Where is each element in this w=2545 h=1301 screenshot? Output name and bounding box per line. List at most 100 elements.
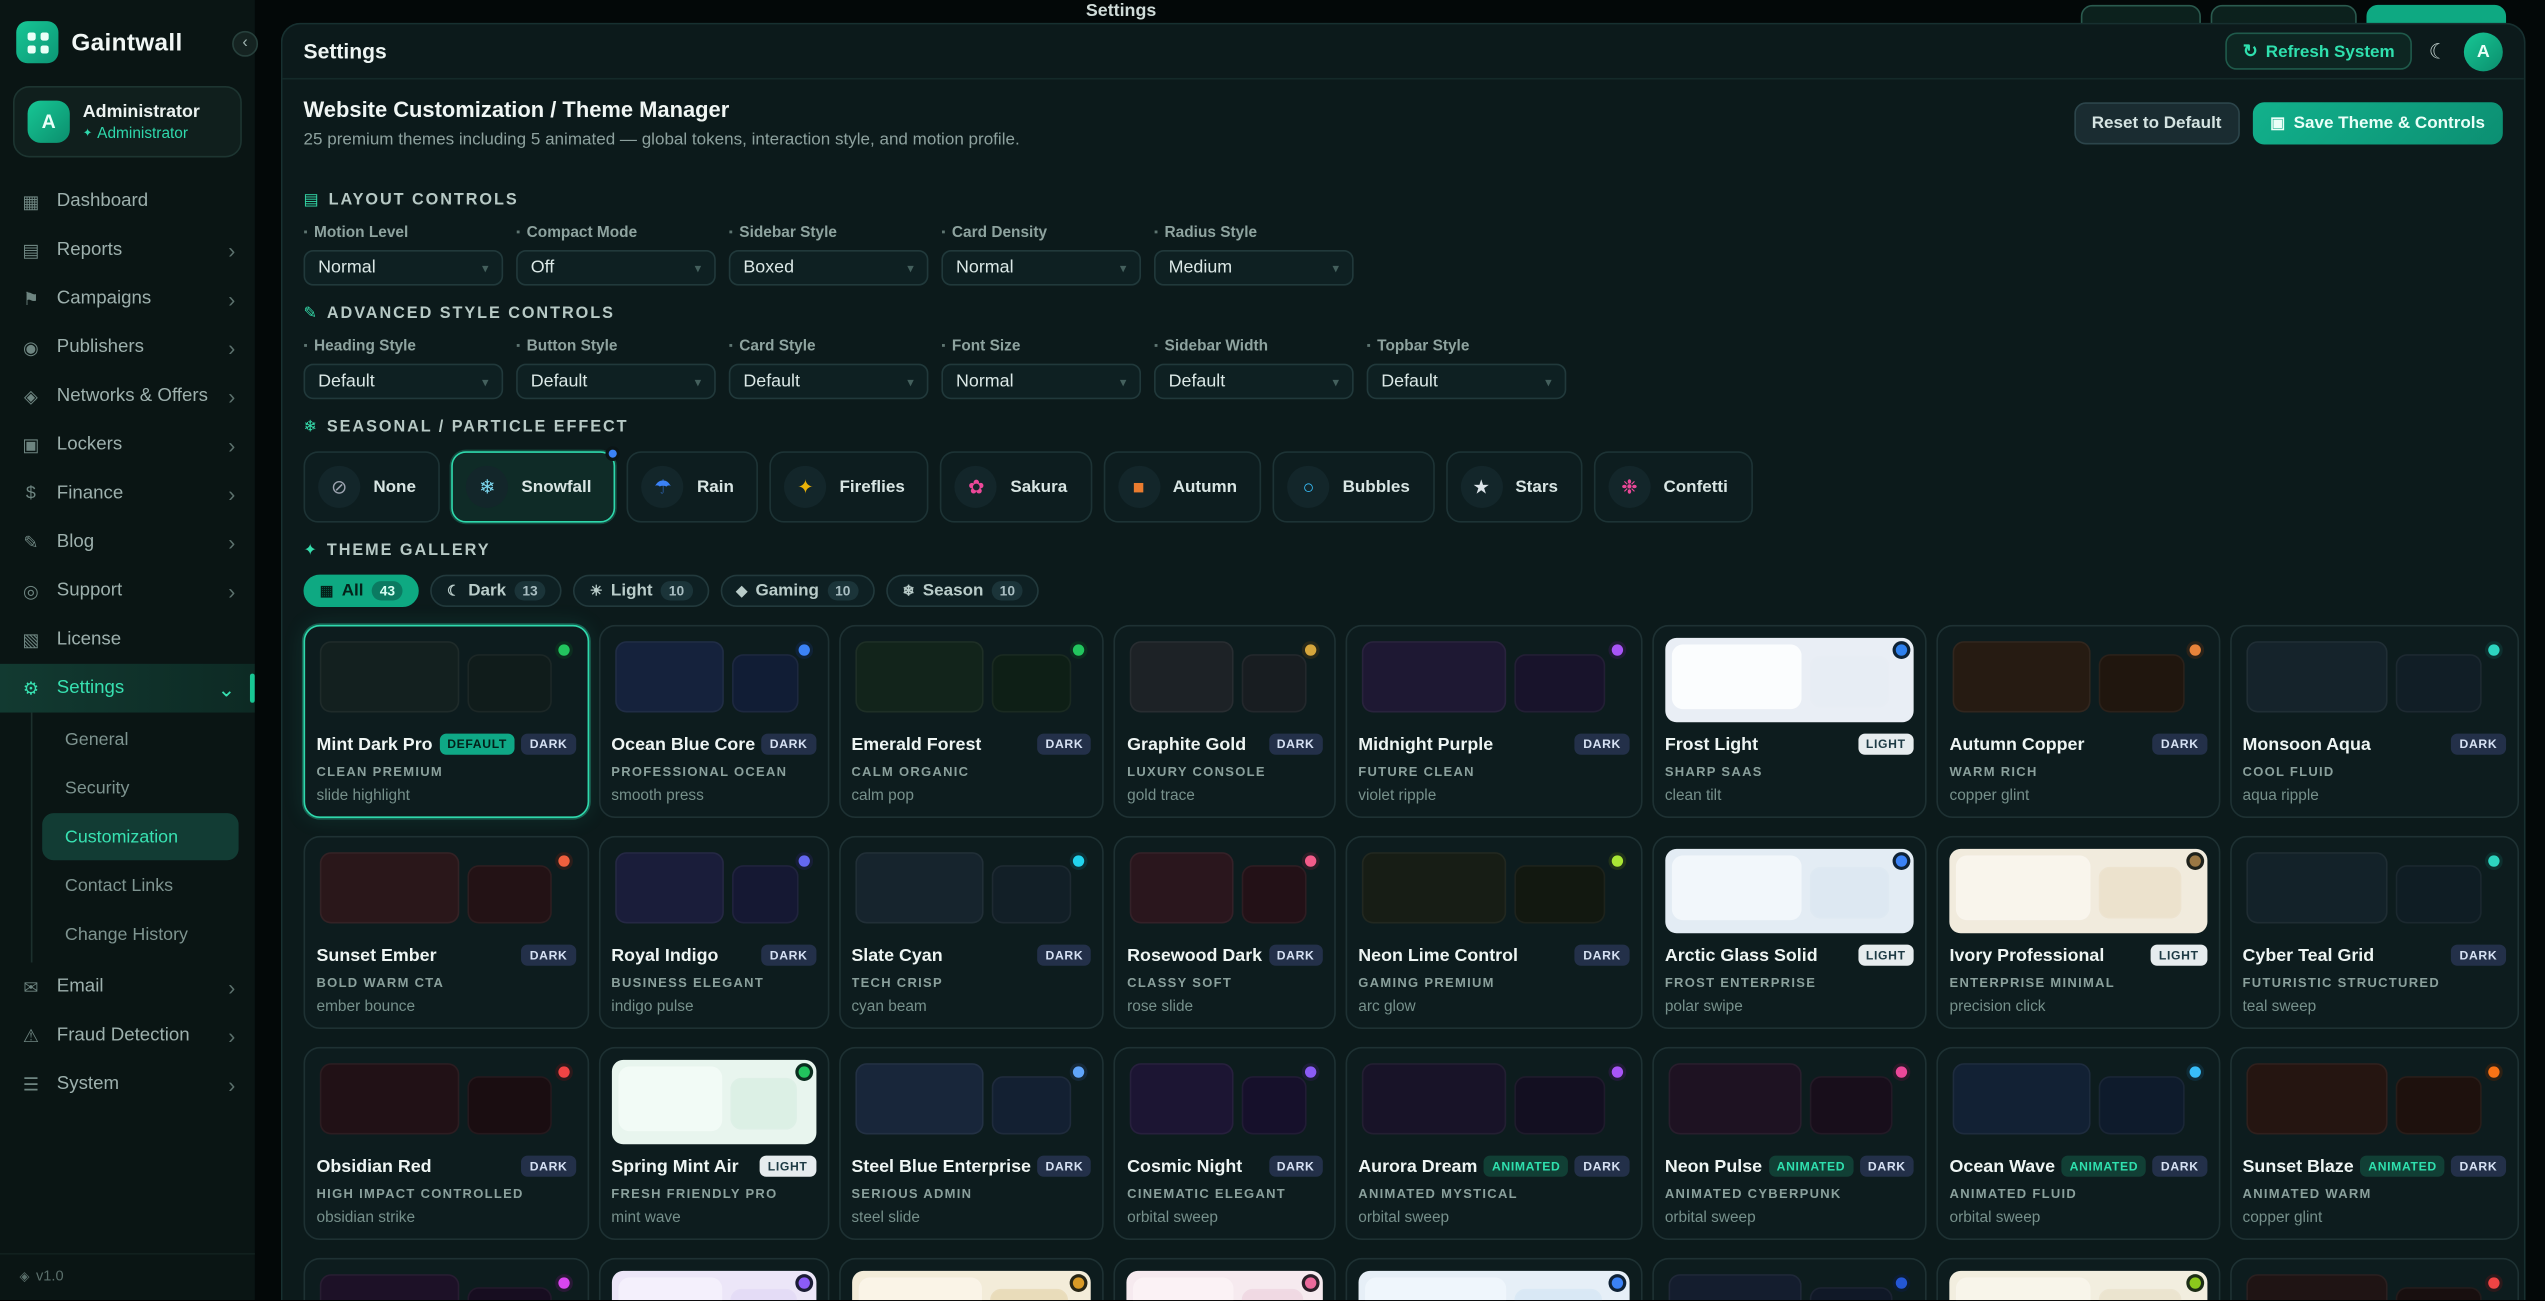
radius-style-select[interactable]: Medium▾: [1154, 250, 1354, 286]
theme-card-ocean-blue-core[interactable]: Ocean Blue CoreDARKPROFESSIONAL OCEANsmo…: [598, 625, 828, 818]
filter-season[interactable]: ❄Season10: [886, 575, 1039, 607]
sidebar-item-finance[interactable]: $Finance›: [0, 469, 255, 518]
particle-option-autumn[interactable]: ■Autumn: [1103, 451, 1262, 522]
theme-card-partial[interactable]: [2230, 1258, 2519, 1300]
particle-option-confetti[interactable]: ❉Confetti: [1594, 451, 1753, 522]
field-icon: ▪: [1367, 341, 1371, 352]
field-label-text: Button Style: [527, 338, 618, 356]
theme-card-neon-pulse[interactable]: Neon PulseANIMATEDDARKANIMATED CYBERPUNK…: [1652, 1047, 1927, 1240]
theme-card-cosmic-night[interactable]: Cosmic NightDARKCINEMATIC ELEGANTorbital…: [1114, 1047, 1335, 1240]
sidebar-subitem-customization[interactable]: Customization: [42, 813, 238, 860]
theme-card-autumn-copper[interactable]: Autumn CopperDARKWARM RICHcopper glint: [1937, 625, 2220, 818]
sidebar-item-settings[interactable]: ⚙Settings⌄: [0, 664, 255, 713]
theme-card-partial[interactable]: [304, 1258, 589, 1300]
theme-card-graphite-gold[interactable]: Graphite GoldDARKLUXURY CONSOLEgold trac…: [1114, 625, 1335, 818]
theme-card-spring-mint-air[interactable]: Spring Mint AirLIGHTFRESH FRIENDLY PROmi…: [598, 1047, 828, 1240]
sidebar-subitem-change-history[interactable]: Change History: [42, 911, 238, 958]
theme-card-slate-cyan[interactable]: Slate CyanDARKTECH CRISPcyan beam: [838, 836, 1104, 1029]
compact-mode-select[interactable]: Off▾: [516, 250, 716, 286]
sidebar-item-publishers[interactable]: ◉Publishers›: [0, 323, 255, 372]
sidebar-item-support[interactable]: ◎Support›: [0, 566, 255, 615]
button-style-select[interactable]: Default▾: [516, 364, 716, 400]
particle-option-none[interactable]: ⊘None: [304, 451, 441, 522]
sidebar-collapse-button[interactable]: ‹: [232, 31, 258, 57]
sidebar-subitem-general[interactable]: General: [42, 716, 238, 763]
theme-name: Ocean Blue Core: [611, 734, 755, 753]
theme-card-steel-blue-enterprise[interactable]: Steel Blue EnterpriseDARKSERIOUS ADMINst…: [838, 1047, 1104, 1240]
sidebar-item-email[interactable]: ✉Email›: [0, 962, 255, 1011]
topbar-style-select[interactable]: Default▾: [1367, 364, 1567, 400]
theme-card-partial[interactable]: [1937, 1258, 2220, 1300]
particle-option-stars[interactable]: ★Stars: [1446, 451, 1583, 522]
sidebar-style-select[interactable]: Boxed▾: [729, 250, 929, 286]
sidebar-item-fraud-detection[interactable]: ⚠Fraud Detection›: [0, 1011, 255, 1060]
badge-dark: DARK: [1037, 1156, 1091, 1177]
theme-card-frost-light[interactable]: Frost LightLIGHTSHARP SAASclean tilt: [1652, 625, 1927, 818]
particle-option-fireflies[interactable]: ✦Fireflies: [770, 451, 930, 522]
particle-option-sakura[interactable]: ✿Sakura: [941, 451, 1092, 522]
sidebar-item-lockers[interactable]: ▣Lockers›: [0, 420, 255, 469]
card-style-select[interactable]: Default▾: [729, 364, 929, 400]
sidebar-item-blog[interactable]: ✎Blog›: [0, 518, 255, 567]
filter-gaming[interactable]: ◆Gaming10: [720, 575, 875, 607]
badge-animated: ANIMATED: [1769, 1156, 1854, 1177]
app-logo-icon: [16, 21, 58, 63]
field-label: ▪Button Style: [516, 338, 716, 356]
badge-dark: DARK: [2153, 1156, 2207, 1177]
filter-light[interactable]: ☀Light10: [573, 575, 708, 607]
theme-card-emerald-forest[interactable]: Emerald ForestDARKCALM ORGANICcalm pop: [838, 625, 1104, 818]
sidebar-item-license[interactable]: ▧License: [0, 615, 255, 664]
filter-dark[interactable]: ☾Dark13: [431, 575, 562, 607]
save-theme-button[interactable]: ▣Save Theme & Controls: [2252, 102, 2502, 144]
particle-option-rain[interactable]: ☂Rain: [627, 451, 758, 522]
sidebar-item-campaigns[interactable]: ⚑Campaigns›: [0, 274, 255, 323]
theme-card-partial[interactable]: [598, 1258, 828, 1300]
theme-card-sunset-ember[interactable]: Sunset EmberDARKBOLD WARM CTAember bounc…: [304, 836, 589, 1029]
theme-card-ocean-wave[interactable]: Ocean WaveANIMATEDDARKANIMATED FLUIDorbi…: [1937, 1047, 2220, 1240]
field-label: ▪Card Density: [941, 224, 1141, 242]
badge-dark: DARK: [522, 734, 576, 755]
campaigns-icon: ⚑: [19, 288, 42, 309]
sidebar-item-dashboard[interactable]: ▦Dashboard: [0, 177, 255, 226]
theme-name: Frost Light: [1665, 734, 1852, 753]
preview-swatch: [991, 1289, 1068, 1300]
theme-card-partial[interactable]: [1345, 1258, 1642, 1300]
user-avatar[interactable]: A: [2464, 32, 2503, 71]
theme-card-partial[interactable]: [838, 1258, 1104, 1300]
motion-level-select[interactable]: Normal▾: [304, 250, 504, 286]
theme-card-monsoon-aqua[interactable]: Monsoon AquaDARKCOOL FLUIDaqua ripple: [2230, 625, 2519, 818]
theme-card-partial[interactable]: [1114, 1258, 1335, 1300]
font-size-select[interactable]: Normal▾: [941, 364, 1141, 400]
theme-card-aurora-dream[interactable]: Aurora DreamANIMATEDDARKANIMATED MYSTICA…: [1345, 1047, 1642, 1240]
theme-card-neon-lime-control[interactable]: Neon Lime ControlDARKGAMING PREMIUMarc g…: [1345, 836, 1642, 1029]
theme-card-rosewood-dark[interactable]: Rosewood DarkDARKCLASSY SOFTrose slide: [1114, 836, 1335, 1029]
particle-option-bubbles[interactable]: ○Bubbles: [1273, 451, 1434, 522]
theme-card-midnight-purple[interactable]: Midnight PurpleDARKFUTURE CLEANviolet ri…: [1345, 625, 1642, 818]
reset-to-default-button[interactable]: Reset to Default: [2074, 102, 2239, 144]
card-density-select[interactable]: Normal▾: [941, 250, 1141, 286]
heading-style-select[interactable]: Default▾: [304, 364, 504, 400]
theme-card-arctic-glass-solid[interactable]: Arctic Glass SolidLIGHTFROST ENTERPRISEp…: [1652, 836, 1927, 1029]
theme-preview: [1358, 1060, 1629, 1144]
reports-icon: ▤: [19, 239, 42, 260]
theme-card-royal-indigo[interactable]: Royal IndigoDARKBUSINESS ELEGANTindigo p…: [598, 836, 828, 1029]
refresh-system-button[interactable]: ↻Refresh System: [2225, 32, 2413, 69]
field-label: ▪Sidebar Style: [729, 224, 929, 242]
particle-option-snowfall[interactable]: ❄Snowfall: [452, 451, 616, 522]
sidebar-item-system[interactable]: ☰System›: [0, 1060, 255, 1109]
theme-card-ivory-professional[interactable]: Ivory ProfessionalLIGHTENTERPRISE MINIMA…: [1937, 836, 2220, 1029]
profile-card[interactable]: A Administrator ✦Administrator: [13, 86, 242, 157]
theme-card-sunset-blaze[interactable]: Sunset BlazeANIMATEDDARKANIMATED WARMcop…: [2230, 1047, 2519, 1240]
sidebar-item-networks-offers[interactable]: ◈Networks & Offers›: [0, 372, 255, 421]
theme-card-obsidian-red[interactable]: Obsidian RedDARKHIGH IMPACT CONTROLLEDob…: [304, 1047, 589, 1240]
theme-card-mint-dark-pro[interactable]: Mint Dark ProDEFAULTDARKCLEAN PREMIUMsli…: [304, 625, 589, 818]
sidebar-subitem-security[interactable]: Security: [42, 764, 238, 811]
theme-card-cyber-teal-grid[interactable]: Cyber Teal GridDARKFUTURISTIC STRUCTURED…: [2230, 836, 2519, 1029]
sidebar-item-reports[interactable]: ▤Reports›: [0, 226, 255, 275]
sidebar-subitem-contact-links[interactable]: Contact Links: [42, 862, 238, 909]
theme-card-partial[interactable]: [1652, 1258, 1927, 1300]
filter-all[interactable]: ▦All43: [304, 575, 420, 607]
badge-dark: DARK: [1269, 945, 1323, 966]
sidebar-width-select[interactable]: Default▾: [1154, 364, 1354, 400]
theme-toggle-button[interactable]: ☾: [2429, 41, 2448, 62]
